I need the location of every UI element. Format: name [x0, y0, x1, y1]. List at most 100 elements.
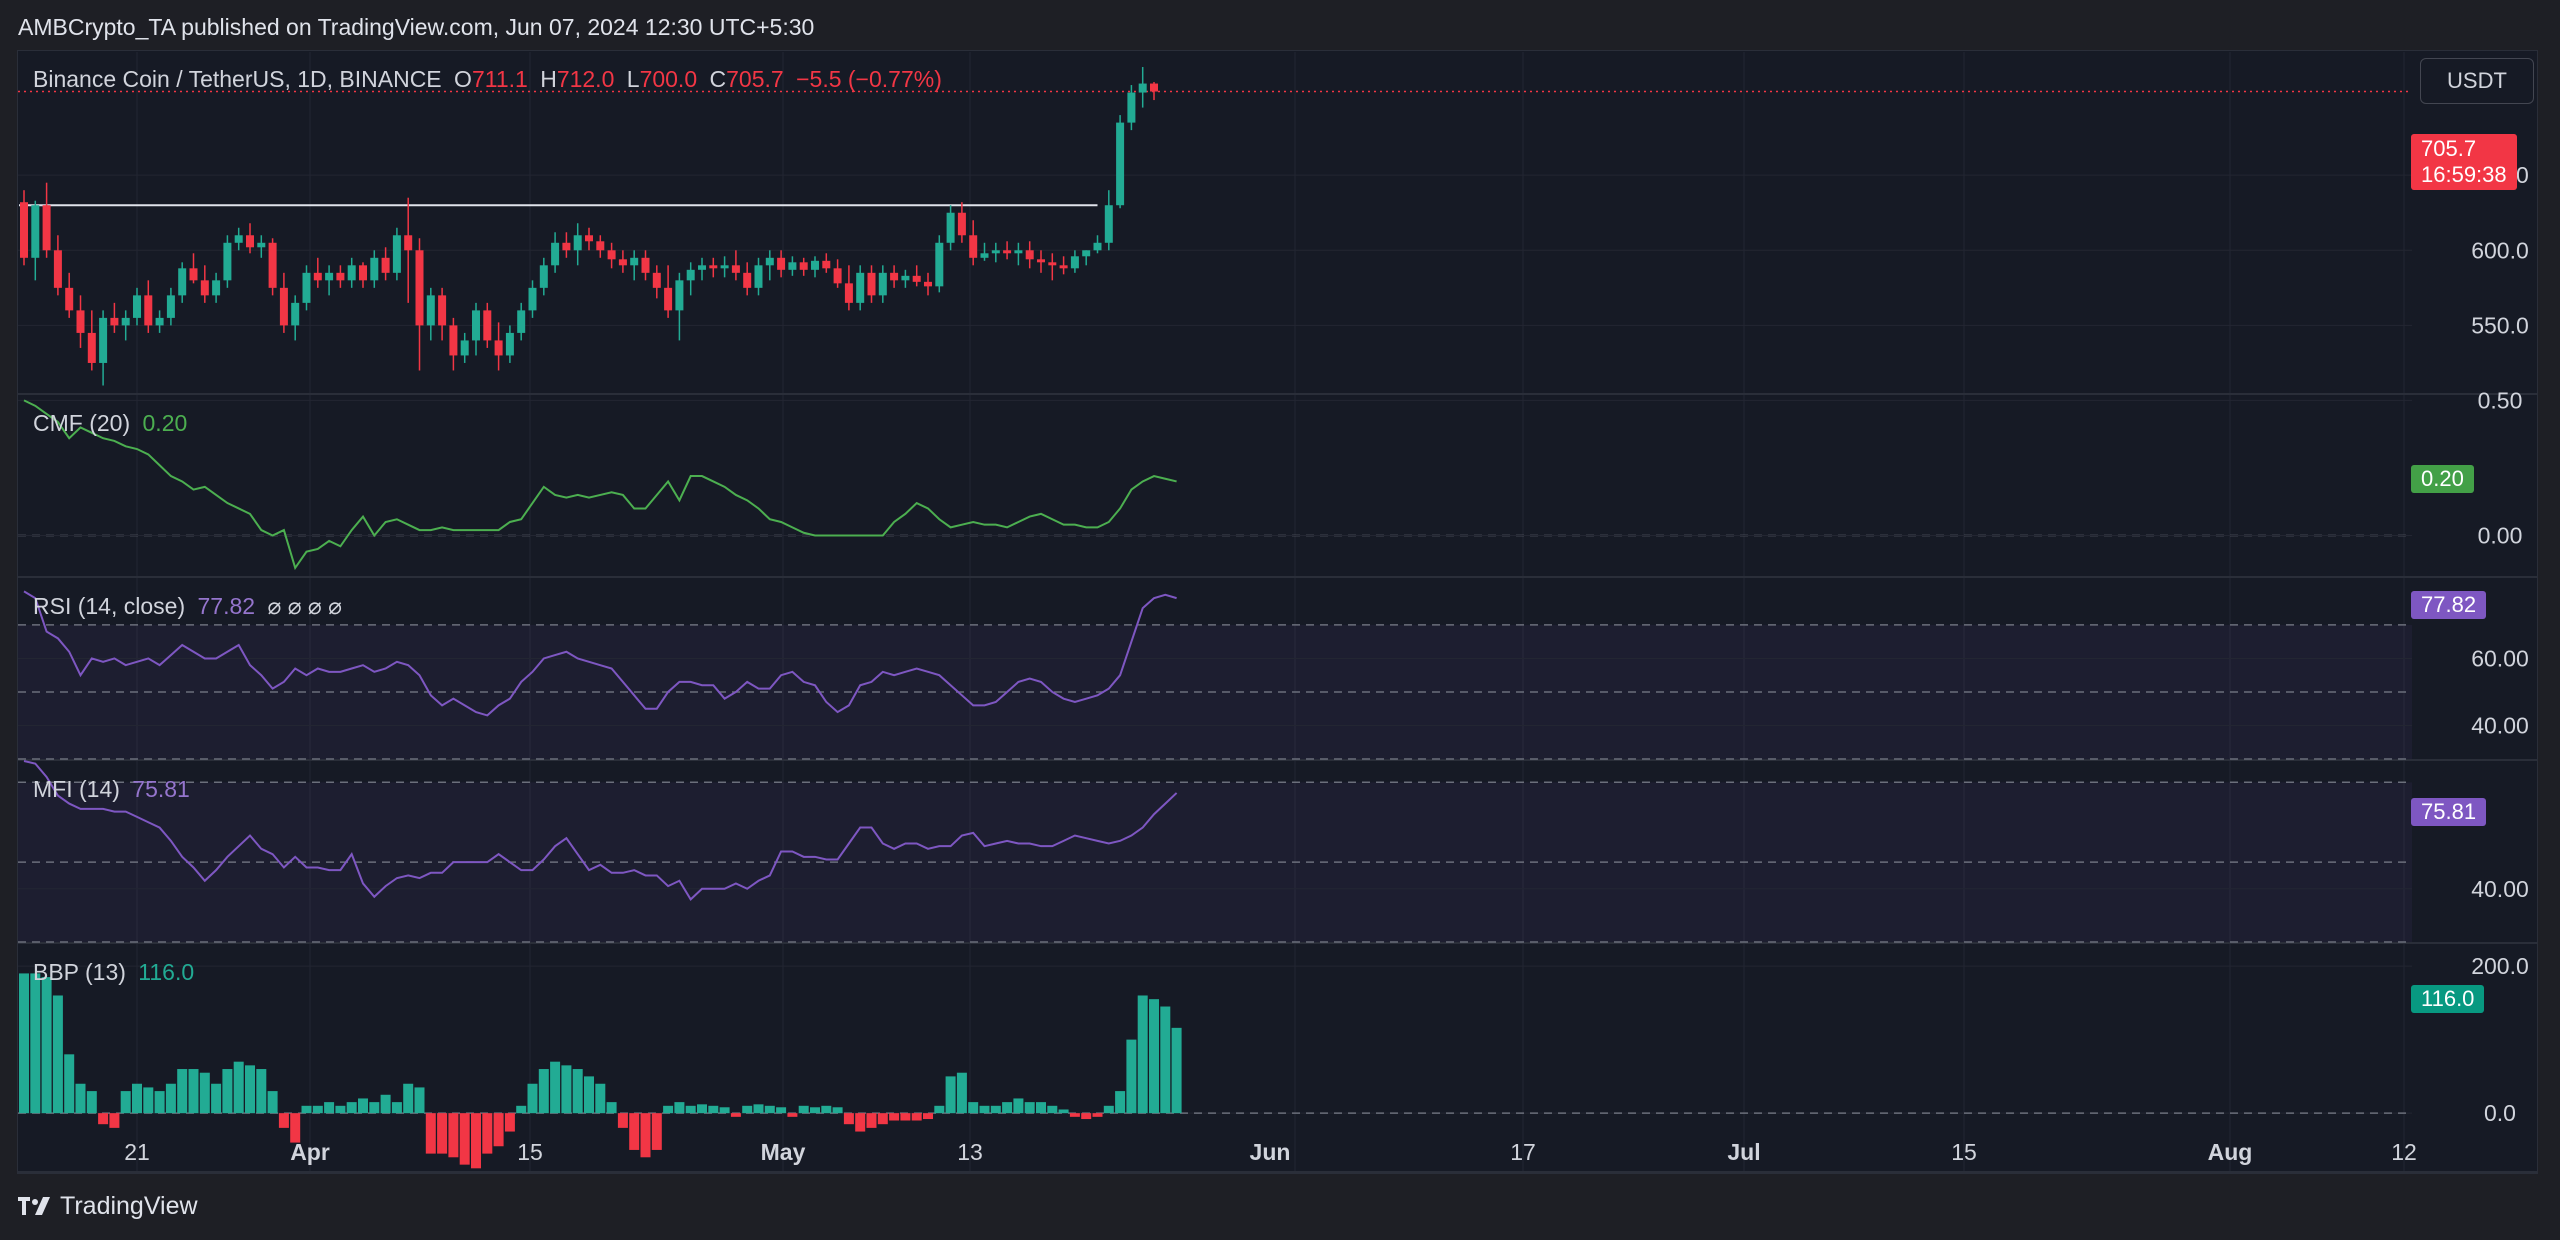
candle-body — [1025, 250, 1034, 260]
bbp-bar — [843, 1113, 854, 1125]
bbp-bar — [787, 1113, 798, 1117]
candle-body — [1116, 122, 1125, 206]
candle-body — [1082, 250, 1091, 257]
bbp-bar — [301, 1105, 312, 1114]
bbp-bar — [222, 1069, 233, 1114]
price-axis-label: 600.0 — [2471, 237, 2529, 263]
time-axis-label: 15 — [517, 1139, 543, 1165]
time-axis-label: 21 — [124, 1139, 150, 1165]
bbp-bar — [471, 1113, 481, 1169]
symbol-name: Binance Coin / TetherUS, 1D, BINANCE — [33, 66, 442, 92]
bbp-bar — [934, 1105, 945, 1114]
bbp-bar — [233, 1061, 244, 1114]
candle-body — [449, 325, 458, 356]
cmf-axis-label: 0.50 — [2478, 387, 2523, 413]
bbp-bar — [267, 1091, 278, 1114]
price-axis-label: 550.0 — [2471, 312, 2529, 338]
candle-body — [20, 202, 28, 258]
brand-name: TradingView — [60, 1192, 198, 1220]
candle-body — [1127, 92, 1136, 123]
candle-body — [268, 242, 277, 288]
candle-body — [754, 265, 763, 288]
candle-body — [212, 280, 221, 296]
bbp-bar — [697, 1104, 707, 1114]
bbp-bar — [742, 1105, 753, 1114]
candle-body — [1014, 250, 1023, 254]
bbp-bar — [98, 1113, 109, 1125]
bbp-bar — [945, 1076, 956, 1114]
bbp-bar — [120, 1091, 131, 1114]
bbp-bar — [188, 1069, 199, 1114]
price-change: −5.5 (−0.77%) — [796, 66, 942, 92]
candle-body — [505, 332, 514, 356]
candle-body — [1059, 265, 1068, 269]
currency-button[interactable]: USDT — [2420, 58, 2534, 104]
candle-body — [1003, 250, 1012, 254]
bbp-bar — [832, 1107, 843, 1114]
candle-body — [596, 241, 605, 251]
candle-body — [709, 265, 718, 269]
candle-body — [381, 257, 390, 273]
bbp-bar — [425, 1113, 436, 1154]
candle-body — [788, 262, 797, 270]
open-value: 711.1 — [471, 66, 528, 92]
candle-body — [347, 265, 356, 281]
bbp-bar — [1024, 1102, 1035, 1114]
candle-body — [562, 242, 571, 251]
bbp-bar — [877, 1113, 888, 1125]
candle-body — [155, 317, 164, 326]
cmf-label: CMF (20) — [33, 410, 131, 436]
rsi-label: RSI (14, close) — [33, 593, 186, 619]
candle-body — [652, 272, 661, 288]
high-label: H — [540, 66, 557, 92]
candle-body — [980, 253, 989, 258]
last-price-tag: 705.7 16:59:38 — [2411, 134, 2517, 190]
tradingview-logo-icon — [18, 1196, 50, 1215]
candle-body — [313, 272, 322, 281]
candle-body — [65, 287, 74, 311]
bbp-bar — [968, 1102, 979, 1114]
bbp-bar — [1069, 1113, 1080, 1117]
bbp-bar — [132, 1083, 142, 1114]
candle-body — [1048, 262, 1057, 266]
bbp-bar — [1036, 1102, 1046, 1114]
candle-body — [359, 265, 367, 281]
bbp-bar — [640, 1113, 651, 1158]
candle-body — [472, 310, 480, 341]
tradingview-logo[interactable]: TradingView — [18, 1192, 198, 1221]
candle-body — [573, 235, 582, 251]
candle-body — [494, 340, 503, 356]
bbp-bar — [1002, 1102, 1013, 1114]
candle-body — [234, 235, 243, 243]
candle-body — [1070, 256, 1079, 269]
bbp-bar — [211, 1083, 222, 1114]
bbp-bar — [52, 995, 63, 1114]
bbp-bar — [437, 1113, 448, 1154]
candle-body — [799, 262, 808, 270]
candle-body — [901, 275, 910, 281]
bbp-label: BBP (13) — [33, 959, 126, 985]
bbp-bar — [629, 1113, 640, 1150]
candle-body — [178, 268, 187, 296]
bbp-bar — [911, 1113, 922, 1121]
candle-body — [517, 310, 526, 333]
bbp-bar — [572, 1069, 583, 1114]
candle-body — [1150, 83, 1158, 92]
bbp-bar — [606, 1102, 617, 1114]
rsi-axis-tag: 77.82 — [2411, 591, 2487, 619]
candle-body — [675, 280, 684, 311]
bbp-bar — [730, 1113, 741, 1117]
mfi-legend: MFI (14) 75.81 — [33, 776, 196, 803]
candle-body — [867, 272, 876, 296]
bbp-bar — [143, 1087, 154, 1114]
candle-body — [811, 260, 819, 270]
bbp-bar — [1160, 1006, 1171, 1114]
bbp-bar — [493, 1113, 504, 1147]
rsi-legend: RSI (14, close) 77.82 ⌀ ⌀ ⌀ ⌀ — [33, 593, 348, 620]
chart-canvas[interactable]: 550.0600.0650.00.500.0060.0040.0040.0020… — [0, 0, 2560, 1240]
candle-countdown: 16:59:38 — [2421, 162, 2507, 187]
bbp-bar — [538, 1069, 549, 1114]
low-value: 700.0 — [639, 66, 698, 92]
bbp-bar — [358, 1098, 368, 1114]
time-axis-label: Aug — [2208, 1139, 2253, 1165]
